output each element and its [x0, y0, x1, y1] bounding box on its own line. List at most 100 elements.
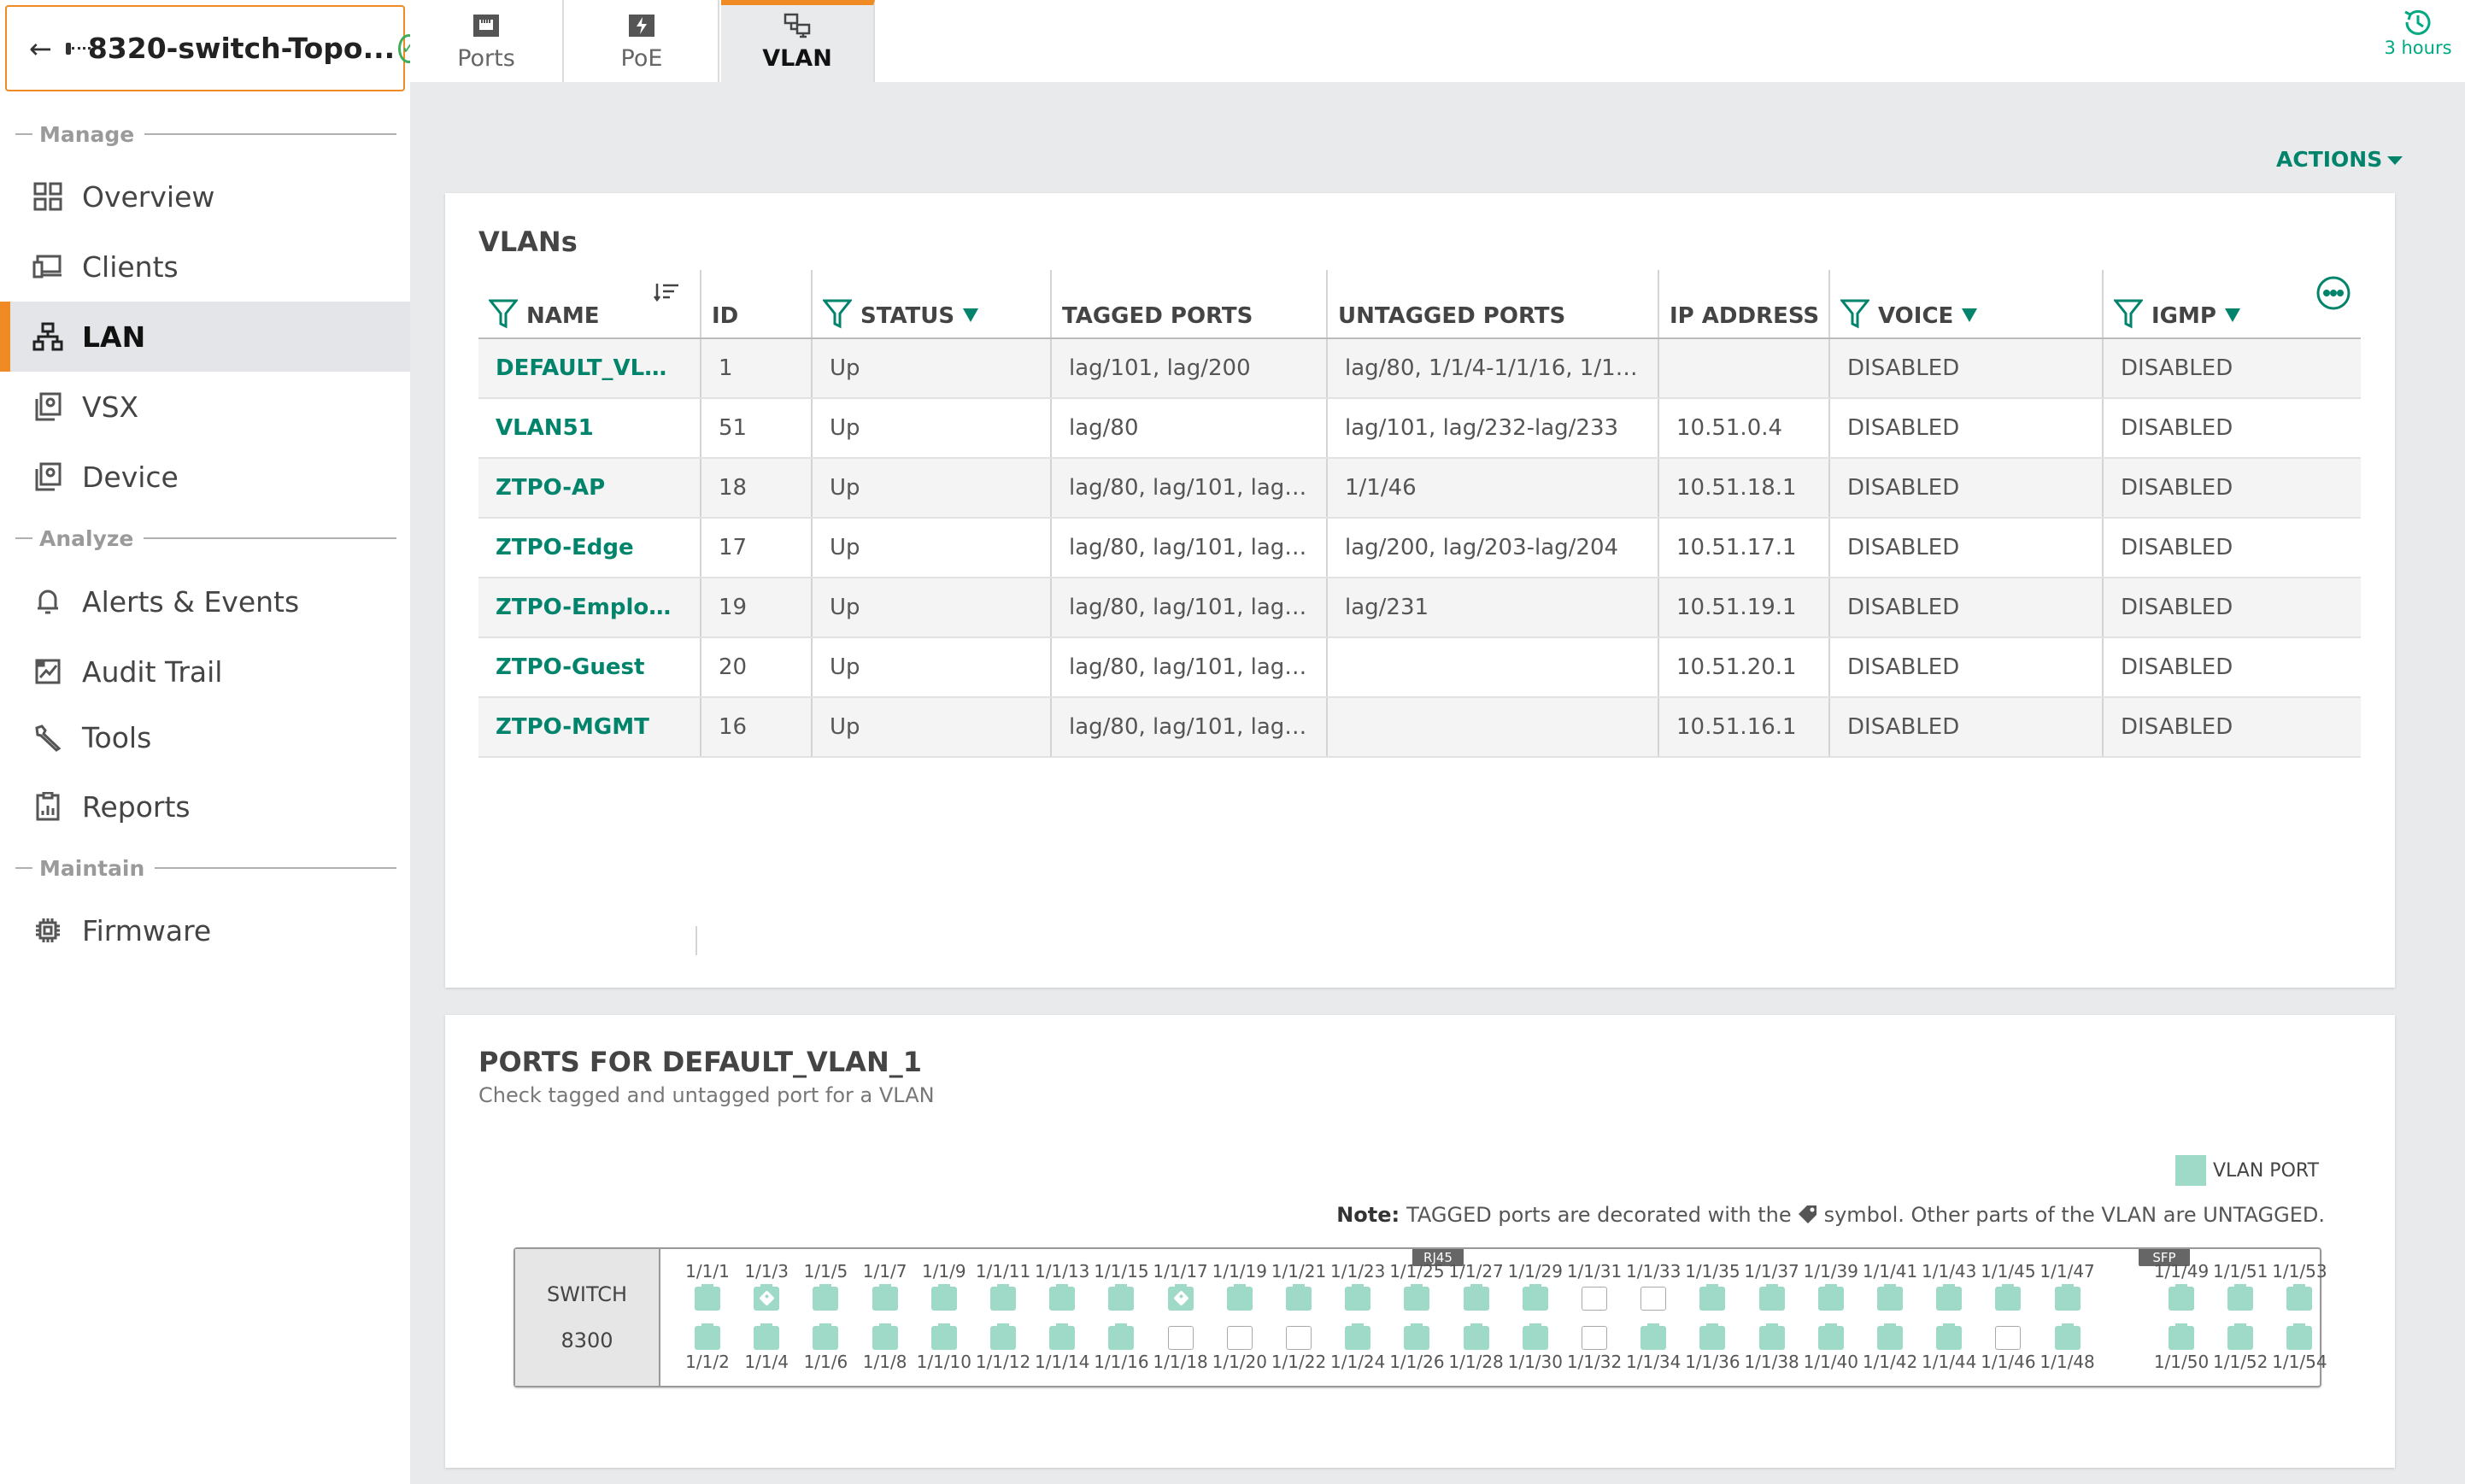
- cell-name[interactable]: ZTPO-AP: [478, 458, 701, 519]
- port-indicator[interactable]: [1345, 1284, 1371, 1311]
- port-indicator[interactable]: [930, 1284, 957, 1311]
- port-indicator[interactable]: [1877, 1323, 1903, 1350]
- port-indicator[interactable]: [1404, 1323, 1430, 1350]
- switch-port[interactable]: 1/1/7: [855, 1261, 915, 1312]
- switch-port[interactable]: 1/1/4: [737, 1319, 796, 1372]
- table-row[interactable]: ZTPO-Guest 20 Up lag/80, lag/101, lag/... 10…: [478, 637, 2361, 698]
- switch-port[interactable]: 1/1/39: [1801, 1261, 1861, 1312]
- switch-port[interactable]: 1/1/25: [1387, 1261, 1447, 1312]
- column-header-voice[interactable]: VOICE: [1829, 270, 2104, 339]
- switch-port[interactable]: 1/1/44: [1919, 1319, 1979, 1372]
- switch-port[interactable]: 1/1/53: [2269, 1261, 2329, 1312]
- switch-port[interactable]: 1/1/52: [2210, 1319, 2270, 1372]
- switch-port[interactable]: 1/1/43: [1919, 1261, 1979, 1312]
- port-indicator[interactable]: [1995, 1326, 2022, 1350]
- port-indicator[interactable]: [1640, 1323, 1667, 1350]
- port-indicator[interactable]: [1640, 1287, 1667, 1311]
- more-options-icon[interactable]: [2315, 275, 2351, 311]
- switch-port[interactable]: 1/1/5: [795, 1261, 855, 1312]
- port-indicator[interactable]: [2169, 1284, 2194, 1311]
- switch-port[interactable]: 1/1/49: [2151, 1261, 2211, 1312]
- tab-vlan[interactable]: VLAN: [721, 0, 875, 82]
- port-indicator[interactable]: [2286, 1284, 2313, 1311]
- port-indicator[interactable]: [1817, 1284, 1844, 1311]
- table-row[interactable]: ZTPO-AP 18 Up lag/80, lag/101, lag/... 1/1/4…: [478, 458, 2361, 519]
- port-indicator[interactable]: [1404, 1284, 1430, 1311]
- port-indicator[interactable]: [1049, 1284, 1076, 1311]
- port-indicator[interactable]: [1817, 1323, 1844, 1350]
- port-indicator[interactable]: [990, 1323, 1016, 1350]
- cell-name[interactable]: ZTPO-MGMT: [478, 697, 701, 758]
- port-indicator[interactable]: [2227, 1284, 2254, 1311]
- sidebar-item-vsx[interactable]: VSX: [0, 372, 410, 442]
- switch-port[interactable]: 1/1/2: [678, 1319, 737, 1372]
- sidebar-item-clients[interactable]: Clients: [0, 232, 410, 302]
- switch-port[interactable]: 1/1/41: [1860, 1261, 1920, 1312]
- switch-port[interactable]: 1/1/17: [1151, 1261, 1211, 1312]
- switch-port[interactable]: 1/1/22: [1269, 1319, 1329, 1372]
- port-indicator[interactable]: [872, 1323, 898, 1350]
- port-indicator[interactable]: [2227, 1323, 2254, 1350]
- port-indicator[interactable]: [1522, 1323, 1548, 1350]
- port-indicator[interactable]: [1286, 1326, 1312, 1350]
- back-arrow-icon[interactable]: ←: [29, 35, 52, 62]
- switch-port[interactable]: 1/1/11: [973, 1261, 1033, 1312]
- sidebar-item-overview[interactable]: Overview: [0, 161, 410, 232]
- switch-port[interactable]: 1/1/8: [855, 1319, 915, 1372]
- port-indicator[interactable]: [1699, 1284, 1726, 1311]
- sidebar-item-reports[interactable]: Reports: [0, 771, 410, 842]
- switch-port[interactable]: 1/1/14: [1032, 1319, 1092, 1372]
- cell-name[interactable]: ZTPO-Guest: [478, 637, 701, 698]
- switch-port[interactable]: 1/1/16: [1091, 1319, 1151, 1372]
- port-indicator[interactable]: [1758, 1284, 1785, 1311]
- switch-port[interactable]: 1/1/28: [1447, 1319, 1506, 1372]
- switch-port[interactable]: 1/1/37: [1742, 1261, 1802, 1312]
- sidebar-item-device[interactable]: Device: [0, 442, 410, 512]
- port-indicator[interactable]: [1286, 1284, 1312, 1311]
- switch-port[interactable]: 1/1/12: [973, 1319, 1033, 1372]
- port-indicator[interactable]: [1226, 1326, 1253, 1350]
- switch-port[interactable]: 1/1/19: [1210, 1261, 1270, 1312]
- port-indicator[interactable]: [1936, 1284, 1963, 1311]
- port-indicator[interactable]: [1582, 1287, 1607, 1311]
- filter-icon[interactable]: [1840, 298, 1869, 329]
- port-indicator[interactable]: [1995, 1284, 2022, 1311]
- switch-port[interactable]: 1/1/34: [1623, 1319, 1683, 1372]
- port-indicator[interactable]: [930, 1323, 957, 1350]
- switch-port[interactable]: 1/1/38: [1742, 1319, 1802, 1372]
- table-row[interactable]: ZTPO-Employ... 19 Up lag/80, lag/101, lag/.…: [478, 578, 2361, 638]
- table-row[interactable]: ZTPO-MGMT 16 Up lag/80, lag/101, lag/... 10.…: [478, 697, 2361, 758]
- switch-port[interactable]: 1/1/30: [1505, 1319, 1565, 1372]
- sidebar-item-audit-trail[interactable]: Audit Trail: [0, 636, 410, 707]
- port-indicator[interactable]: [1699, 1323, 1726, 1350]
- column-header-status[interactable]: STATUS: [812, 270, 1052, 339]
- table-row[interactable]: VLAN51 51 Up lag/80 lag/101, lag/232-lag/233…: [478, 398, 2361, 459]
- switch-port[interactable]: 1/1/51: [2210, 1261, 2270, 1312]
- port-indicator[interactable]: [1345, 1323, 1371, 1350]
- port-indicator[interactable]: [695, 1284, 720, 1311]
- port-indicator[interactable]: [872, 1284, 898, 1311]
- port-indicator[interactable]: [754, 1323, 780, 1350]
- port-indicator[interactable]: [1877, 1284, 1903, 1311]
- cell-name[interactable]: VLAN51: [478, 398, 701, 459]
- port-indicator[interactable]: [1108, 1323, 1135, 1350]
- switch-port[interactable]: 1/1/18: [1151, 1319, 1211, 1372]
- switch-port[interactable]: 1/1/40: [1801, 1319, 1861, 1372]
- history-button[interactable]: 3 hours: [2380, 7, 2456, 58]
- port-indicator[interactable]: [1167, 1326, 1194, 1350]
- dropdown-triangle-icon[interactable]: [2224, 308, 2240, 322]
- filter-icon[interactable]: [2114, 298, 2143, 329]
- table-row[interactable]: DEFAULT_VLA... 1 Up lag/101, lag/200 lag/80,…: [478, 338, 2361, 399]
- port-indicator[interactable]: [754, 1284, 780, 1311]
- column-header-name[interactable]: NAME: [478, 270, 701, 339]
- switch-port[interactable]: 1/1/13: [1032, 1261, 1092, 1312]
- port-indicator[interactable]: [990, 1284, 1016, 1311]
- port-indicator[interactable]: [2054, 1284, 2081, 1311]
- port-indicator[interactable]: [1167, 1284, 1194, 1311]
- port-indicator[interactable]: [2054, 1323, 2081, 1350]
- filter-icon[interactable]: [489, 298, 518, 329]
- switch-port[interactable]: 1/1/45: [1978, 1261, 2038, 1312]
- port-indicator[interactable]: [1582, 1326, 1607, 1350]
- switch-port[interactable]: 1/1/1: [678, 1261, 737, 1312]
- tab-ports[interactable]: Ports: [410, 0, 564, 82]
